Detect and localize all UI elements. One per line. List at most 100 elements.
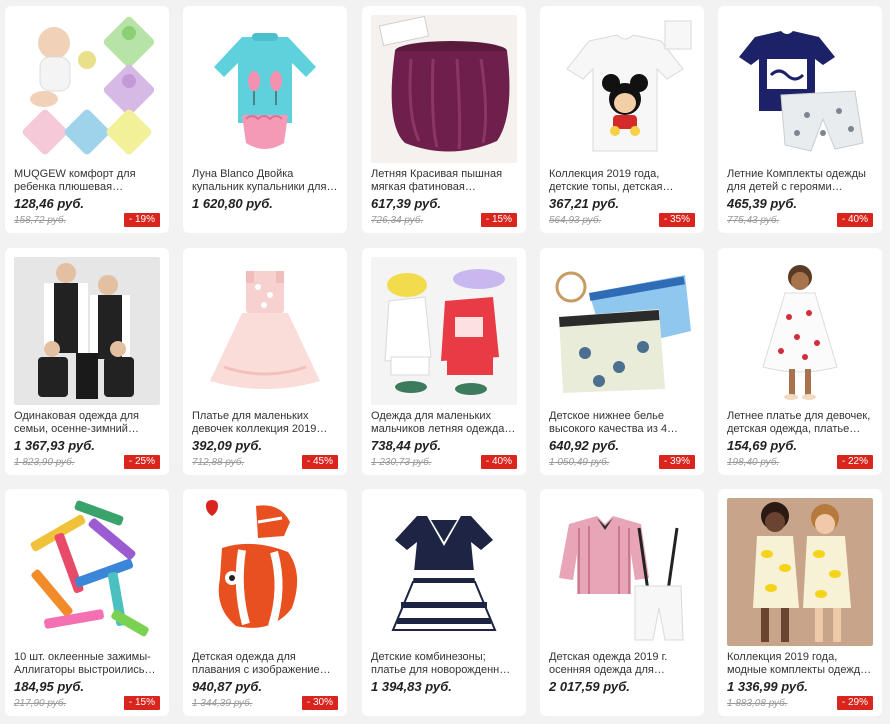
product-image-boxer-briefs[interactable] [549,257,695,405]
product-old-price: 1 883,08 руб. [727,698,788,709]
product-image-baby-plush[interactable] [14,15,160,163]
product-price: 617,39 руб. [371,196,442,211]
product-title[interactable]: Детское нижнее белье высокого качества и… [549,410,695,436]
product-image-pacifier-clips[interactable] [14,498,160,646]
product-card[interactable]: Летние Комплекты одежды для детей с геро… [718,6,882,233]
product-title[interactable]: Летние Комплекты одежды для детей с геро… [727,168,873,194]
product-price: 1 620,80 руб. [192,196,273,211]
sailor-romper-image [371,498,517,646]
product-price: 184,95 руб. [14,679,85,694]
product-image-kids-outfit[interactable] [727,15,873,163]
lemon-outfit-image [727,498,873,646]
baby-plush-toy-image [14,15,160,163]
discount-badge: - 45% [301,455,338,469]
product-price: 738,44 руб. [371,438,442,453]
product-old-price: 198,40 руб. [727,457,780,468]
product-image-family-jackets[interactable] [14,257,160,405]
product-title[interactable]: Детские комбинезоны; платье для новорожд… [371,651,517,677]
product-card[interactable]: Одинаковая одежда для семьи, осенне-зимн… [5,248,169,475]
kids-outfit-set-image [727,15,873,163]
product-price: 367,21 руб. [549,196,620,211]
swimsuit-image [192,15,338,163]
discount-badge: - 15% [480,213,517,227]
discount-badge: - 22% [836,455,873,469]
product-title[interactable]: Детская одежда для плавания с изображени… [192,651,338,677]
product-card[interactable]: Детская одежда 2019 г. осенняя одежда дл… [540,489,704,716]
product-old-price: 712,88 руб. [192,457,245,468]
product-card[interactable]: Платье для маленьких девочек коллекция 2… [183,248,347,475]
gentleman-outfit-image [549,498,695,646]
product-card[interactable]: Коллекция 2019 года, детские топы, детск… [540,6,704,233]
product-title[interactable]: Летнее платье для девочек, детская одежд… [727,410,873,436]
product-price: 1 336,99 руб. [727,679,808,694]
product-card[interactable]: Детская одежда для плавания с изображени… [183,489,347,716]
discount-badge: - 40% [836,213,873,227]
discount-badge: - 29% [836,696,873,710]
cherry-dress-image [727,257,873,405]
product-price: 1 394,83 руб. [371,679,452,694]
product-price: 465,39 руб. [727,196,798,211]
mickey-tshirt-image [549,15,695,163]
product-image-pink-dress[interactable] [192,257,338,405]
discount-badge: - 40% [480,455,517,469]
product-title[interactable]: MUQGEW комфорт для ребенка плюшевая игру… [14,168,160,194]
product-image-basketball-set[interactable] [371,257,517,405]
product-old-price: 726,34 руб. [371,215,424,226]
product-card[interactable]: Детские комбинезоны; платье для новорожд… [362,489,526,716]
product-image-cherry-dress[interactable] [727,257,873,405]
product-title[interactable]: Детская одежда 2019 г. осенняя одежда дл… [549,651,695,677]
product-price: 154,69 руб. [727,438,798,453]
product-title[interactable]: Летняя Красивая пышная мягкая фатиновая … [371,168,517,194]
product-old-price: 1 050,49 руб. [549,457,610,468]
family-jackets-image [14,257,160,405]
product-old-price: 158,72 руб. [14,215,67,226]
product-image-swimsuit[interactable] [192,15,338,163]
product-title[interactable]: Луна Blanco Двойка купальник купальники … [192,168,338,194]
basketball-set-image [371,257,517,405]
product-old-price: 1 823,90 руб. [14,457,75,468]
product-old-price: 1 230,73 руб. [371,457,432,468]
product-image-gentleman-outfit[interactable] [549,498,695,646]
product-card[interactable]: Луна Blanco Двойка купальник купальники … [183,6,347,233]
product-card[interactable]: MUQGEW комфорт для ребенка плюшевая игру… [5,6,169,233]
product-title[interactable]: 10 шт. оклеенные зажимы-Аллигаторы выстр… [14,651,160,677]
product-card[interactable]: Одежда для маленьких мальчиков летняя од… [362,248,526,475]
product-title[interactable]: Коллекция 2019 года, детские топы, детск… [549,168,695,194]
tutu-skirt-image [371,15,517,163]
discount-badge: - 25% [123,455,160,469]
product-title[interactable]: Коллекция 2019 года, модные комплекты од… [727,651,873,677]
product-image-lemon-outfit[interactable] [727,498,873,646]
product-image-mickey-tshirt[interactable] [549,15,695,163]
discount-badge: - 35% [658,213,695,227]
product-image-sailor-romper[interactable] [371,498,517,646]
product-image-clownfish-swimsuit[interactable] [192,498,338,646]
product-title[interactable]: Одежда для маленьких мальчиков летняя од… [371,410,517,436]
product-price: 940,87 руб. [192,679,263,694]
product-grid: MUQGEW комфорт для ребенка плюшевая игру… [0,0,890,724]
product-image-tutu[interactable] [371,15,517,163]
discount-badge: - 30% [301,696,338,710]
discount-badge: - 15% [123,696,160,710]
product-card[interactable]: Коллекция 2019 года, модные комплекты од… [718,489,882,716]
product-price: 640,92 руб. [549,438,620,453]
product-price: 1 367,93 руб. [14,438,95,453]
discount-badge: - 19% [123,213,160,227]
product-old-price: 775,43 руб. [727,215,780,226]
clownfish-swimsuit-image [192,498,338,646]
product-price: 128,46 руб. [14,196,85,211]
boxer-briefs-image [549,257,695,405]
product-price: 2 017,59 руб. [549,679,630,694]
product-title[interactable]: Платье для маленьких девочек коллекция 2… [192,410,338,436]
product-old-price: 217,90 руб. [14,698,67,709]
pacifier-clips-image [14,498,160,646]
product-title[interactable]: Одинаковая одежда для семьи, осенне-зимн… [14,410,160,436]
product-old-price: 564,93 руб. [549,215,602,226]
discount-badge: - 39% [658,455,695,469]
product-card[interactable]: Детское нижнее белье высокого качества и… [540,248,704,475]
product-old-price: 1 344,39 руб. [192,698,253,709]
pink-dress-image [192,257,338,405]
product-price: 392,09 руб. [192,438,263,453]
product-card[interactable]: Летняя Красивая пышная мягкая фатиновая … [362,6,526,233]
product-card[interactable]: 10 шт. оклеенные зажимы-Аллигаторы выстр… [5,489,169,716]
product-card[interactable]: Летнее платье для девочек, детская одежд… [718,248,882,475]
